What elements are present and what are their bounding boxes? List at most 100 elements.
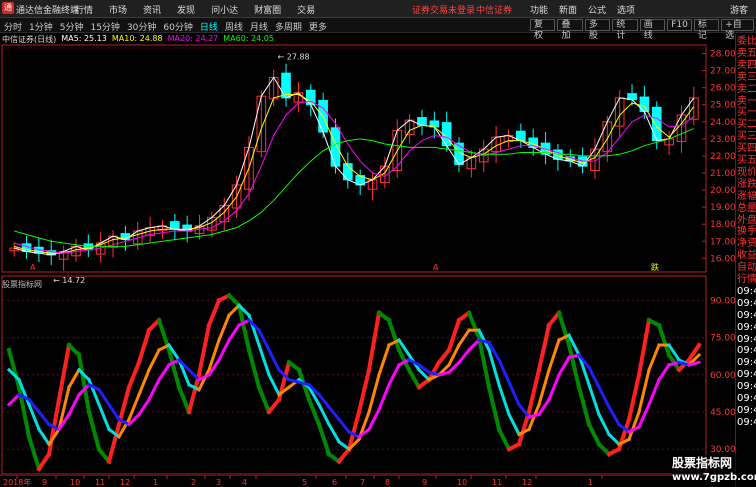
indicator-series-0-segment	[436, 347, 452, 366]
tick-time: 09:47	[737, 416, 756, 428]
quote-field-label: 委比	[737, 36, 756, 47]
quote-field-label: 涨跌	[737, 178, 756, 190]
indicator-series-0-segment	[636, 317, 652, 378]
indicator-series-0-segment	[406, 367, 422, 390]
time-label-2: 10	[70, 478, 80, 487]
indicator-series-2-segment	[586, 365, 602, 390]
indicator-y-label-1: 75.00	[710, 334, 736, 344]
ma-line-ma5	[14, 76, 695, 256]
indicator-series-0-segment	[246, 347, 262, 390]
indicator-y-label-0: 90.00	[710, 296, 736, 306]
indicator-series-2-segment	[466, 337, 482, 353]
indicator-series-2-segment	[266, 347, 282, 372]
quote-field-label: 卖三	[737, 71, 756, 83]
indicator-series-0-segment	[486, 384, 502, 432]
quote-field-label: 买五	[737, 155, 756, 166]
indicator-series-2-segment	[456, 347, 472, 365]
indicator-series-1-segment	[66, 367, 82, 390]
quote-field-label: 买三	[737, 131, 756, 143]
tick-time: 09:47	[737, 345, 756, 357]
price-y-label-12: 16.00	[710, 254, 736, 264]
ma-line-ma20	[14, 100, 695, 254]
indicator-series-0-segment	[196, 322, 212, 378]
kline-chart-canvas[interactable]: 28.00 27.00 26.00 25.00 24.00 23.00 22.00 21.00…	[0, 0, 756, 487]
signal-marker-a: A	[30, 263, 36, 272]
time-axis-background	[0, 474, 735, 487]
time-label-1: 9	[42, 478, 47, 487]
price-pane-border	[1, 44, 707, 273]
quote-field-label: 净资	[737, 238, 756, 250]
indicator-series-2-segment	[497, 357, 511, 385]
tick-time: 09:47	[737, 309, 756, 321]
time-label-8: 4	[242, 478, 247, 487]
indicator-series-0-segment	[466, 310, 482, 341]
price-y-label-2: 26.00	[710, 84, 736, 94]
indicator-y-label-2: 60.00	[710, 371, 736, 381]
time-label-14: 10	[457, 478, 467, 487]
signal-marker-c: 跌	[651, 262, 659, 272]
quote-field-label: 外盘	[737, 214, 756, 226]
indicator-series-2-segment	[596, 385, 612, 410]
indicator-series-0-segment	[586, 421, 602, 447]
indicator-series-2-segment	[606, 404, 622, 427]
indicator-series-2-segment	[507, 380, 521, 407]
indicator-series-1-segment	[226, 303, 242, 318]
price-y-label-5: 23.00	[710, 135, 736, 145]
indicator-series-2-segment	[647, 377, 661, 407]
price-y-label-11: 17.00	[710, 237, 736, 247]
indicator-series-1-segment	[506, 412, 522, 437]
time-label-11: 7	[360, 478, 365, 487]
candle-body	[651, 106, 662, 142]
indicator-series-1-segment	[377, 343, 391, 377]
indicator-series-2-segment	[216, 338, 232, 362]
indicator-series-0-segment	[206, 297, 222, 328]
indicator-series-0-segment	[496, 426, 512, 452]
tick-time: 09:47	[737, 333, 756, 345]
indicator-series-0-segment	[536, 322, 552, 373]
tick-time: 09:47	[737, 321, 756, 333]
low-price-label: ← 14.72	[53, 276, 85, 285]
indicator-series-2-segment	[96, 387, 112, 407]
indicator-series-0-segment	[656, 322, 672, 358]
quote-field-label: 卖一	[737, 95, 756, 107]
time-label-5: 1	[153, 478, 158, 487]
indicator-series-1-segment	[647, 343, 661, 372]
indicator-series-2-segment	[336, 417, 352, 434]
indicator-series-0-segment	[36, 451, 52, 472]
signal-marker-b: A	[433, 263, 439, 272]
indicator-series-0-segment	[266, 396, 282, 415]
indicator-series-1-segment	[146, 347, 162, 372]
quote-field-label: 卖五	[737, 47, 756, 59]
time-label-7: 3	[216, 478, 221, 487]
price-y-label-0: 28.00	[710, 50, 736, 60]
indicator-series-1-segment	[547, 338, 561, 372]
time-label-6: 2	[191, 478, 196, 487]
indicator-series-0-segment	[76, 352, 92, 415]
price-y-label-3: 25.00	[710, 101, 736, 111]
time-label-0: 2018年	[3, 477, 31, 487]
quote-field-label: 换手	[737, 226, 756, 238]
indicator-series-2-segment	[656, 362, 672, 382]
indicator-series-0-segment	[336, 446, 352, 465]
watermark-title: 股票指标网	[672, 454, 756, 472]
indicator-title: 股票指标网	[2, 280, 42, 289]
quote-field-label: 涨幅	[737, 190, 756, 202]
indicator-series-1-segment	[36, 427, 52, 447]
tick-time: 09:47	[737, 404, 756, 416]
indicator-series-0-segment	[26, 434, 42, 472]
price-y-label-6: 22.00	[710, 152, 736, 162]
indicator-series-0-segment	[136, 327, 152, 365]
tick-time: 09:47	[737, 381, 756, 393]
indicator-y-label-3: 45.00	[710, 408, 736, 418]
time-label-3: 11	[95, 478, 105, 487]
indicator-series-1-segment	[367, 372, 381, 414]
time-label-12: 8	[385, 478, 390, 487]
indicator-series-1-segment	[587, 382, 601, 417]
indicator-series-0-segment	[86, 409, 102, 452]
indicator-series-2-segment	[156, 362, 172, 382]
indicator-series-1-segment	[97, 402, 111, 432]
time-label-15: 11	[492, 478, 502, 487]
indicator-series-1-segment	[217, 313, 231, 343]
tick-time: 09:47	[737, 357, 756, 369]
quote-field-label: 自动	[737, 262, 756, 274]
